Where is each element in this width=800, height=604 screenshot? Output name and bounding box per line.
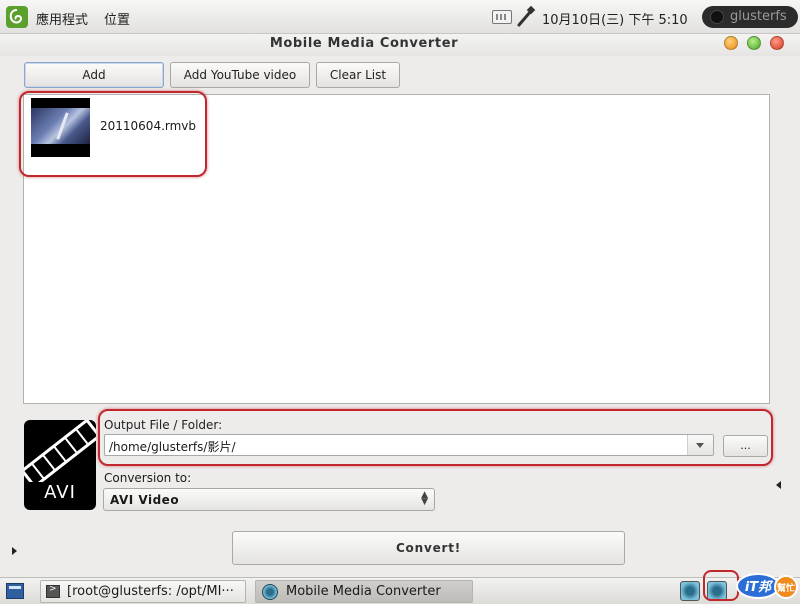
window-title: Mobile Media Converter xyxy=(269,36,459,51)
taskbar-item-label: [root@glusterfs: /opt/MI··· xyxy=(67,584,234,599)
taskbar-item-media-converter[interactable]: Mobile Media Converter xyxy=(255,580,473,603)
maximize-button[interactable] xyxy=(747,36,761,50)
terminal-icon xyxy=(46,584,60,598)
minimize-button[interactable] xyxy=(724,36,738,50)
watermark-text: iT邦 xyxy=(745,579,774,595)
annotation-highlight-file xyxy=(19,91,207,177)
top-panel: 應用程式 位置 10月10日(三) 下午 5:10 glusterfs xyxy=(0,0,800,34)
select-updown-icon: ▲ ▼ xyxy=(421,490,428,507)
annotation-highlight-output xyxy=(98,409,773,466)
conversion-selected-value: AVI Video xyxy=(110,493,180,507)
watermark-subtext: 幫忙 xyxy=(777,582,795,594)
clock[interactable]: 10月10日(三) 下午 5:10 xyxy=(542,9,688,28)
close-button[interactable] xyxy=(770,36,784,50)
distro-logo-icon[interactable] xyxy=(6,6,28,28)
arrow-right-icon[interactable] xyxy=(12,547,17,555)
conversion-label: Conversion to: xyxy=(104,471,192,485)
film-strip-icon: AVI xyxy=(24,420,96,510)
tray-app-icon[interactable] xyxy=(680,581,700,601)
show-desktop-icon[interactable] xyxy=(6,583,24,599)
network-cable-icon[interactable] xyxy=(516,5,536,28)
window-titlebar[interactable]: Mobile Media Converter xyxy=(0,34,800,56)
user-switcher[interactable]: glusterfs xyxy=(702,6,798,28)
add-button[interactable]: Add xyxy=(24,62,164,88)
taskbar-item-label: Mobile Media Converter xyxy=(286,584,441,599)
annotation-highlight-tray xyxy=(703,570,739,601)
user-name: glusterfs xyxy=(730,9,787,24)
swirl-icon xyxy=(9,9,23,24)
add-youtube-video-button[interactable]: Add YouTube video xyxy=(170,62,310,88)
conversion-format-select[interactable]: AVI Video ▲ ▼ xyxy=(103,488,435,511)
places-menu[interactable]: 位置 xyxy=(104,9,130,28)
media-converter-icon xyxy=(262,584,278,600)
convert-button[interactable]: Convert! xyxy=(232,531,625,565)
user-avatar-icon xyxy=(710,10,724,24)
taskbar-item-terminal[interactable]: [root@glusterfs: /opt/MI··· xyxy=(40,580,246,603)
format-label: AVI xyxy=(44,482,76,503)
keyboard-icon[interactable] xyxy=(492,10,512,24)
clear-list-button[interactable]: Clear List xyxy=(316,62,400,88)
applications-menu[interactable]: 應用程式 xyxy=(36,9,88,28)
arrow-left-icon[interactable] xyxy=(776,481,781,489)
ithelp-watermark-logo: iT邦 幫忙 xyxy=(736,572,798,600)
